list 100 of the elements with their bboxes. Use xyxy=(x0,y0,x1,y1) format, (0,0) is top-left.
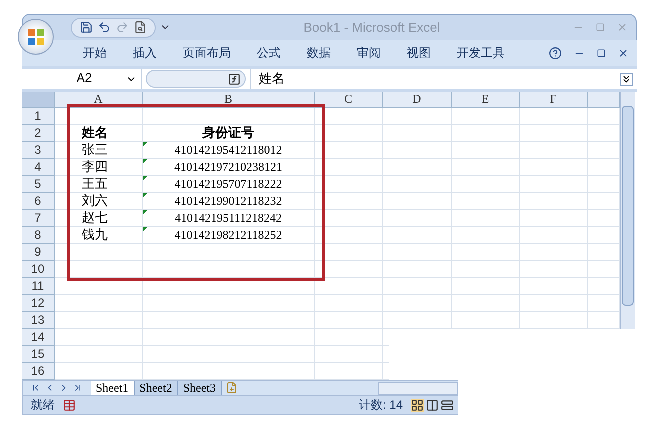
grid-cell[interactable] xyxy=(520,176,588,193)
grid-cell[interactable] xyxy=(452,210,520,227)
grid-cell[interactable] xyxy=(55,278,143,295)
grid-cell[interactable] xyxy=(143,346,315,363)
grid-cell[interactable] xyxy=(452,125,520,142)
grid-cell[interactable] xyxy=(383,125,452,142)
row-header[interactable]: 15 xyxy=(22,346,55,363)
grid-cell[interactable]: 410142195707118222 xyxy=(143,176,315,193)
grid-cell[interactable] xyxy=(143,278,315,295)
insert-sheet-icon[interactable] xyxy=(226,382,238,394)
maximize-icon[interactable] xyxy=(596,23,605,32)
grid-cell[interactable]: 410142199012118232 xyxy=(143,193,315,210)
grid-cell[interactable] xyxy=(383,261,452,278)
grid-cell[interactable] xyxy=(383,210,452,227)
ribbon-tab[interactable]: 数据 xyxy=(294,43,344,63)
insert-function-icon[interactable] xyxy=(228,72,241,86)
grid-cell[interactable] xyxy=(520,193,588,210)
grid-cell[interactable] xyxy=(55,295,143,312)
name-box[interactable]: A2 xyxy=(22,69,142,89)
grid-cell[interactable] xyxy=(520,312,588,329)
grid-cell[interactable] xyxy=(315,312,383,329)
grid-cell[interactable] xyxy=(452,278,520,295)
column-header[interactable]: E xyxy=(452,92,520,108)
grid-cell[interactable] xyxy=(520,295,588,312)
grid-cell[interactable] xyxy=(452,227,520,244)
grid-cell[interactable]: 410142198212118252 xyxy=(143,227,315,244)
grid-cell[interactable] xyxy=(55,244,143,261)
column-header[interactable] xyxy=(588,92,620,108)
formula-field[interactable]: 姓名 xyxy=(250,69,620,89)
grid-cell[interactable] xyxy=(452,295,520,312)
grid-cell[interactable] xyxy=(383,227,452,244)
grid-cell[interactable] xyxy=(520,278,588,295)
grid-cell[interactable] xyxy=(520,227,588,244)
row-header[interactable]: 11 xyxy=(22,278,55,295)
row-header[interactable]: 1 xyxy=(22,108,55,125)
grid-cell[interactable] xyxy=(55,312,143,329)
grid-cell[interactable] xyxy=(383,193,452,210)
grid-cell[interactable]: 王五 xyxy=(55,176,143,193)
grid-cell[interactable] xyxy=(383,159,452,176)
redo-icon[interactable] xyxy=(116,21,129,34)
grid-cell[interactable] xyxy=(315,125,383,142)
grid-cell[interactable] xyxy=(55,261,143,278)
ribbon-tab[interactable]: 公式 xyxy=(244,43,294,63)
grid-cell[interactable] xyxy=(143,244,315,261)
row-header[interactable]: 6 xyxy=(22,193,55,210)
grid-cell[interactable] xyxy=(520,261,588,278)
row-header[interactable]: 2 xyxy=(22,125,55,142)
grid-cell[interactable] xyxy=(315,142,383,159)
grid-cell[interactable] xyxy=(520,108,588,125)
grid-cell[interactable] xyxy=(452,108,520,125)
sheet-tab[interactable]: Sheet3 xyxy=(178,381,222,395)
grid-cell[interactable] xyxy=(143,329,315,346)
restore-icon[interactable] xyxy=(597,48,606,58)
column-header[interactable]: C xyxy=(315,92,383,108)
grid-cell[interactable]: 刘六 xyxy=(55,193,143,210)
row-header[interactable]: 16 xyxy=(22,363,55,380)
row-header[interactable]: 12 xyxy=(22,295,55,312)
column-header[interactable]: F xyxy=(520,92,588,108)
grid-cell[interactable] xyxy=(55,108,143,125)
grid-cell[interactable] xyxy=(520,159,588,176)
grid-cell[interactable] xyxy=(383,176,452,193)
ribbon-tab[interactable]: 开发工具 xyxy=(444,43,518,63)
normal-view-icon[interactable] xyxy=(411,398,424,412)
ribbon-tab[interactable]: 开始 xyxy=(70,43,120,63)
ribbon-tab[interactable]: 插入 xyxy=(120,43,170,63)
grid-cell[interactable] xyxy=(383,278,452,295)
row-header[interactable]: 4 xyxy=(22,159,55,176)
grid-cell[interactable] xyxy=(315,227,383,244)
last-sheet-icon[interactable] xyxy=(73,383,83,393)
grid-cell[interactable]: 赵七 xyxy=(55,210,143,227)
grid-cell[interactable] xyxy=(383,312,452,329)
grid-cell[interactable] xyxy=(520,244,588,261)
horizontal-scrollbar[interactable] xyxy=(378,382,458,394)
row-header[interactable]: 5 xyxy=(22,176,55,193)
grid-cell[interactable] xyxy=(452,244,520,261)
grid-cell[interactable] xyxy=(55,346,143,363)
grid-cell[interactable] xyxy=(315,346,383,363)
save-icon[interactable] xyxy=(80,21,93,34)
grid-cell[interactable] xyxy=(452,193,520,210)
vertical-scrollbar[interactable] xyxy=(620,92,635,329)
grid-cell[interactable] xyxy=(55,329,143,346)
grid-cell[interactable]: 身份证号 xyxy=(143,125,315,142)
grid-cell[interactable] xyxy=(315,261,383,278)
print-preview-icon[interactable] xyxy=(134,21,147,34)
grid-cell[interactable] xyxy=(452,142,520,159)
grid-cell[interactable] xyxy=(315,244,383,261)
ribbon-tab[interactable]: 视图 xyxy=(394,43,444,63)
sheet-tab[interactable]: Sheet1 xyxy=(91,381,135,395)
grid-cell[interactable] xyxy=(452,176,520,193)
page-break-view-icon[interactable] xyxy=(441,398,454,412)
row-header[interactable]: 8 xyxy=(22,227,55,244)
grid-cell[interactable] xyxy=(452,261,520,278)
column-header[interactable]: D xyxy=(383,92,452,108)
grid-cell[interactable] xyxy=(315,108,383,125)
grid-cell[interactable] xyxy=(143,108,315,125)
row-header[interactable]: 9 xyxy=(22,244,55,261)
help-icon[interactable] xyxy=(549,46,562,60)
grid-cell[interactable] xyxy=(383,295,452,312)
grid-cell[interactable] xyxy=(520,142,588,159)
grid-cell[interactable]: 钱九 xyxy=(55,227,143,244)
